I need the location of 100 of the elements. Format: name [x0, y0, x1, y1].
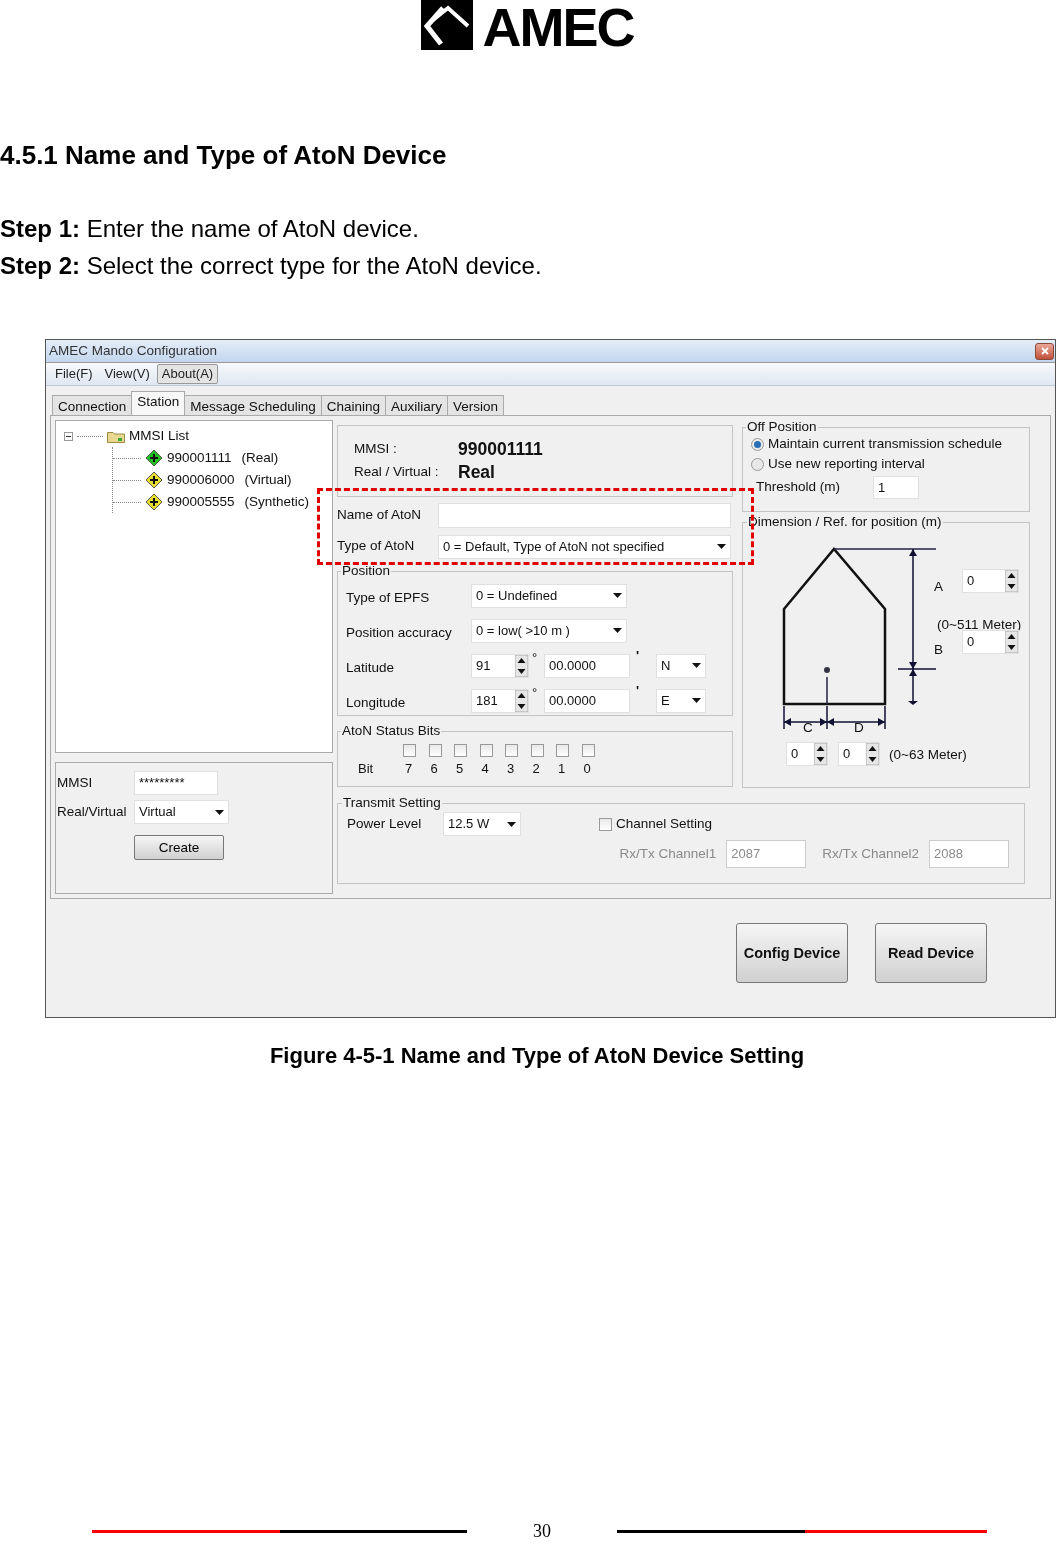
- tab[interactable]: Message Scheduling: [184, 395, 322, 415]
- tab[interactable]: Station: [131, 391, 186, 415]
- type-value: Real: [458, 462, 496, 483]
- field-label: Type of AtoN: [337, 538, 416, 555]
- tree-item[interactable]: 990001111 (Real): [145, 447, 279, 469]
- field-label: Rx/Tx Channel2: [822, 845, 919, 863]
- spin-arrows-icon: [814, 743, 827, 765]
- dropdown-caret-icon: [692, 698, 701, 703]
- input-field[interactable]: *********: [134, 771, 218, 795]
- degree-mark: °: [531, 685, 539, 701]
- spinner-field[interactable]: 91: [471, 653, 529, 678]
- bit-number: 3: [506, 761, 515, 777]
- minute-mark: ': [635, 648, 641, 664]
- group-title: Off Position: [746, 420, 818, 434]
- folder-icon: [107, 429, 125, 443]
- checkbox[interactable]: [428, 744, 442, 757]
- field-label: Latitude: [346, 659, 396, 677]
- tree-item[interactable]: 990005555 (Synthetic): [145, 491, 310, 513]
- create-button[interactable]: Create: [134, 835, 224, 860]
- checkbox[interactable]: [556, 744, 569, 757]
- field-label: Longitude: [346, 694, 407, 712]
- diamond-icon: [145, 471, 163, 489]
- field-label: Name of AtoN: [337, 507, 423, 524]
- bit-number: 7: [404, 761, 413, 777]
- dropdown-caret-icon: [613, 628, 622, 633]
- field-label: Power Level: [347, 815, 423, 833]
- checkbox[interactable]: [454, 744, 467, 757]
- checkbox[interactable]: [505, 744, 518, 757]
- checkbox[interactable]: [599, 817, 612, 831]
- radio-label: Maintain current transmission schedule: [768, 435, 1003, 453]
- tab[interactable]: Version: [447, 395, 505, 415]
- dimension-label: D: [854, 720, 864, 737]
- range-text: (0~63 Meter): [889, 747, 967, 764]
- dimension-label: B: [934, 642, 943, 659]
- field-label: Rx/Tx Channel1: [619, 845, 717, 863]
- action-button[interactable]: Config Device: [736, 923, 848, 983]
- field-label: MMSI: [57, 774, 94, 792]
- spinner-field[interactable]: 0: [786, 742, 828, 766]
- tab[interactable]: Chaining: [320, 395, 386, 415]
- logo-icon: [420, 0, 473, 50]
- dropdown[interactable]: 0 = low( >10 m ): [471, 618, 627, 643]
- field-label: MMSI :: [354, 441, 398, 458]
- input-field[interactable]: 00.0000: [544, 688, 630, 713]
- radio-button[interactable]: [751, 457, 764, 471]
- input-field[interactable]: [438, 503, 731, 528]
- dropdown-caret-icon: [613, 593, 622, 598]
- group-title: Dimension / Ref. for position (m): [747, 515, 943, 529]
- dropdown[interactable]: N: [656, 653, 706, 678]
- bit-number: 5: [455, 761, 464, 777]
- spin-arrows-icon: [515, 689, 528, 712]
- menu-item[interactable]: About(A): [156, 364, 219, 384]
- spinner-field[interactable]: 181: [471, 688, 529, 713]
- field-label: Threshold (m): [756, 479, 841, 496]
- spinner-field[interactable]: 0: [838, 742, 880, 766]
- diamond-icon: [145, 449, 163, 467]
- dropdown-caret-icon: [692, 663, 701, 668]
- dropdown[interactable]: 0 = Undefined: [471, 583, 627, 608]
- menu-item[interactable]: File(F): [50, 364, 98, 384]
- checkbox[interactable]: [479, 744, 493, 757]
- spinner-field[interactable]: 0: [962, 569, 1019, 593]
- page-number: 30: [532, 1520, 552, 1542]
- tree-item[interactable]: 990006000 (Virtual): [145, 469, 292, 491]
- section-heading: 4.5.1 Name and Type of AtoN Device: [0, 140, 448, 170]
- close-button[interactable]: [1035, 342, 1054, 360]
- checkbox[interactable]: [403, 744, 416, 757]
- bit-number: 2: [531, 761, 540, 777]
- mmsi-value: 990001111: [458, 439, 544, 460]
- checkbox[interactable]: [530, 744, 544, 757]
- figure-caption: Figure 4-5-1 Name and Type of AtoN Device Setting: [268, 1042, 806, 1070]
- window-title: AMEC Mando Configuration: [49, 342, 218, 360]
- dropdown[interactable]: 12.5 W: [443, 812, 521, 836]
- spin-arrows-icon: [1005, 570, 1018, 592]
- dimension-label: C: [803, 720, 813, 737]
- tab[interactable]: Auxiliary: [385, 395, 448, 415]
- group-title: Transmit Setting: [342, 796, 442, 810]
- checkbox-label: Channel Setting: [616, 815, 713, 833]
- dropdown-caret-icon: [507, 821, 516, 827]
- field-label: Real / Virtual :: [354, 464, 440, 481]
- degree-mark: °: [531, 650, 539, 666]
- dropdown[interactable]: E: [656, 688, 706, 713]
- dropdown[interactable]: Virtual: [134, 800, 229, 824]
- spinner-field[interactable]: 0: [962, 630, 1019, 654]
- group-title: Position: [341, 564, 392, 578]
- checkbox[interactable]: [581, 744, 595, 757]
- field-label: Position accuracy: [346, 624, 453, 642]
- radio-button[interactable]: [751, 437, 764, 451]
- step-text: Step 1: Enter the name of AtoN device.: [0, 214, 420, 244]
- menu-item[interactable]: View(V): [99, 364, 155, 384]
- dropdown-caret-icon: [717, 544, 726, 549]
- tree-item[interactable]: MMSI List: [129, 427, 189, 445]
- dropdown[interactable]: 0 = Default, Type of AtoN not specified: [438, 534, 731, 559]
- radio-label: Use new reporting interval: [768, 455, 925, 473]
- input-field[interactable]: 00.0000: [544, 653, 630, 678]
- bits-label: Bit: [358, 761, 374, 777]
- tab[interactable]: Connection: [52, 395, 133, 415]
- diamond-icon: [145, 493, 163, 511]
- bit-number: 4: [480, 761, 489, 777]
- field-label: Type of EPFS: [346, 589, 431, 607]
- input-field[interactable]: 1: [873, 476, 920, 499]
- action-button[interactable]: Read Device: [875, 923, 987, 983]
